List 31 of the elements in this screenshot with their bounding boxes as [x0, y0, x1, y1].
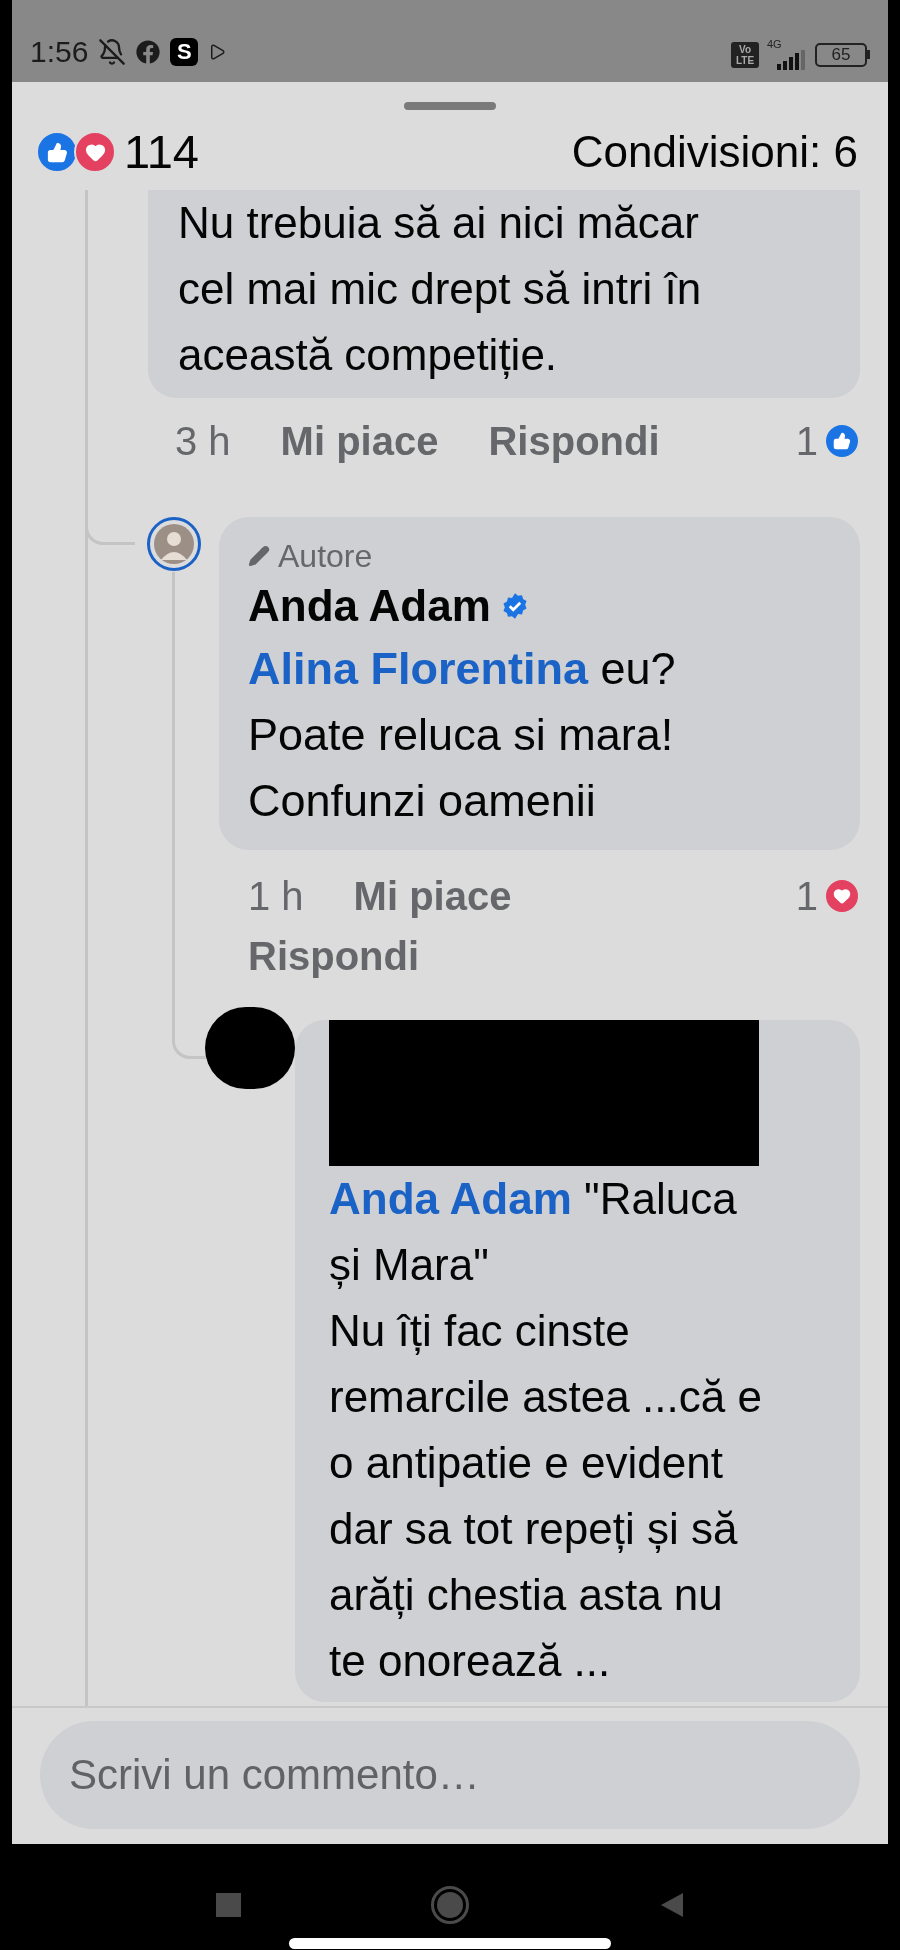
comment-text: Nu trebuia să ai nici măcar cel mai mic drept să intri în această competiție.	[178, 197, 703, 381]
comment-time: 3 h	[175, 418, 231, 465]
comment-action[interactable]: Mi piace	[280, 411, 439, 471]
comment-time: 1 h	[248, 873, 304, 920]
mention-link[interactable]: Anda Adam	[329, 1174, 572, 1223]
shares-count[interactable]: Condivisioni: 6	[571, 124, 858, 180]
avatar[interactable]	[147, 517, 201, 571]
battery-icon: 65	[815, 42, 867, 67]
comment-text: Anda Adam "Raluca și Mara" Nu îți fac cinste remarcile astea ...că e o antipatie e evident dar sa tot repeți și să arăți chestia asta nu te onorează ...	[329, 1173, 763, 1687]
muted-bell-icon	[98, 38, 127, 66]
pencil-icon	[248, 545, 270, 567]
comment-action[interactable]: Mi piace	[353, 866, 512, 926]
comment-action[interactable]: Rispondi	[488, 411, 660, 471]
mention-link[interactable]: Alina Florentina	[248, 643, 589, 694]
recent-apps-button[interactable]	[215, 1893, 241, 1917]
reaction-count[interactable]: 114	[124, 124, 199, 180]
comment-text: Alina Florentina eu? Poate reluca si mara! Confunzi oamenii	[248, 642, 677, 828]
network-type: 4G	[767, 39, 782, 50]
author-name[interactable]: Anda Adam	[248, 576, 491, 636]
author-label: Autore	[278, 537, 373, 576]
home-button[interactable]	[430, 1886, 469, 1924]
facebook-icon	[136, 40, 161, 64]
comment-input[interactable]: Scrivi un commento…	[40, 1721, 860, 1829]
app-icon: S	[170, 38, 199, 66]
volte-icon: Vo LTE	[731, 41, 759, 68]
drag-handle[interactable]	[404, 102, 496, 110]
play-icon	[208, 43, 227, 61]
comment-action[interactable]: Rispondi	[248, 926, 420, 986]
reaction-count: 1	[795, 876, 818, 916]
reaction-count: 1	[795, 421, 818, 461]
clock-time: 1:56	[30, 34, 89, 70]
